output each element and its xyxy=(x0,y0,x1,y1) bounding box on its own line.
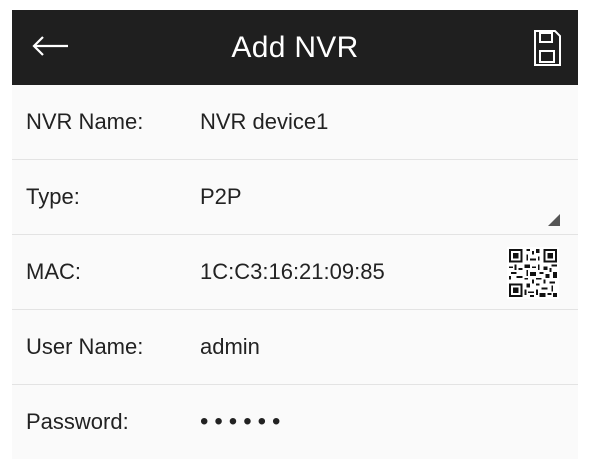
add-nvr-form: NVR Name: NVR device1 Type: P2P MAC: 1C:… xyxy=(12,85,578,459)
password-label: Password: xyxy=(26,409,129,434)
save-icon xyxy=(534,30,561,66)
app-header: Add NVR xyxy=(12,10,578,85)
mac-row: MAC: 1C:C3:16:21:09:85 xyxy=(12,235,578,310)
mac-label: MAC: xyxy=(26,259,81,284)
password-row: Password: •••••• xyxy=(12,385,578,459)
qr-code-icon[interactable] xyxy=(506,247,560,299)
type-label: Type: xyxy=(26,184,80,209)
mac-field[interactable]: 1C:C3:16:21:09:85 xyxy=(200,235,385,309)
page-title: Add NVR xyxy=(231,30,359,64)
nvr-name-label: NVR Name: xyxy=(26,109,144,134)
type-row: Type: P2P xyxy=(12,160,578,235)
user-name-row: User Name: admin xyxy=(12,310,578,385)
save-button[interactable] xyxy=(528,24,566,72)
dropdown-triangle-icon[interactable] xyxy=(548,214,560,226)
password-field[interactable]: •••••• xyxy=(200,385,286,459)
type-select[interactable]: P2P xyxy=(200,160,242,234)
user-name-field[interactable]: admin xyxy=(200,310,260,384)
user-name-label: User Name: xyxy=(26,334,144,359)
nvr-name-row: NVR Name: NVR device1 xyxy=(12,85,578,160)
nvr-name-field[interactable]: NVR device1 xyxy=(200,85,328,159)
